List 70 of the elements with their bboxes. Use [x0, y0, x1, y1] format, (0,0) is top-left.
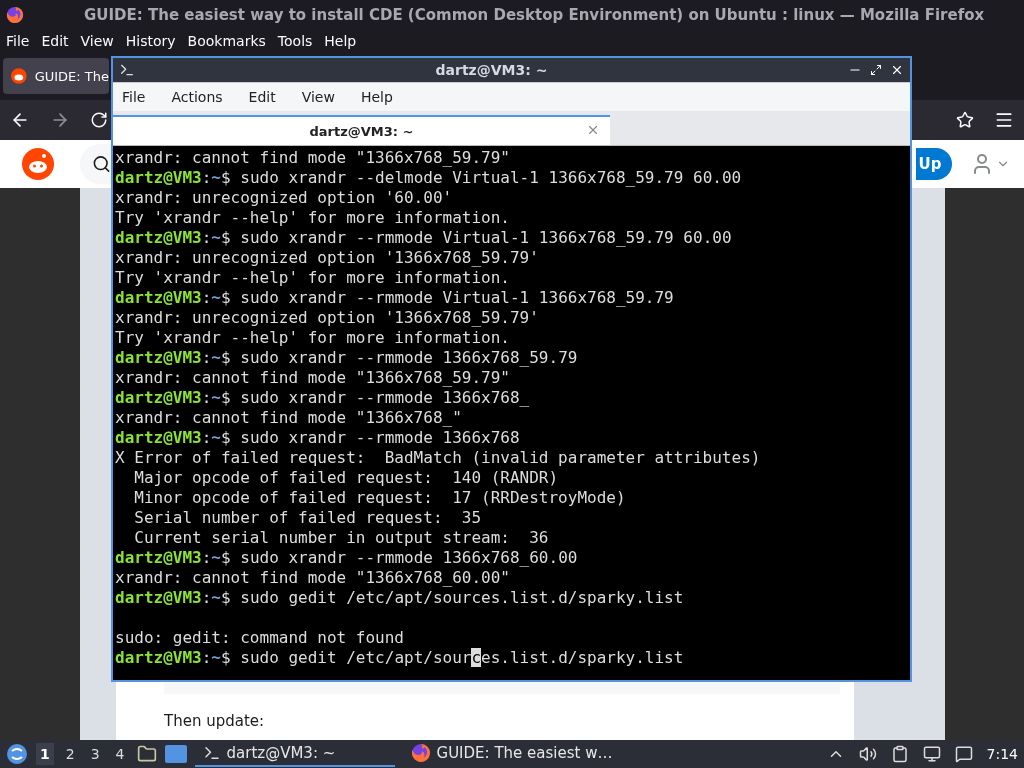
- terminal-line: dartz@VM3:~$ sudo xrandr --rmmode Virtual-1 1366x768_59.79 60.00: [115, 228, 733, 248]
- terminal-line: dartz@VM3:~$ sudo xrandr --rmmode 1366x768_60.00: [115, 548, 579, 568]
- workspace-button[interactable]: 2: [61, 743, 79, 765]
- terminal-line: Try 'xrandr --help' for more information.: [115, 268, 511, 288]
- terminal-icon: [202, 744, 221, 762]
- window-title: GUIDE: The easiest way to install CDE (Common Desktop Environment) on Ubuntu : linux — Mozilla Firefox: [84, 6, 985, 24]
- browser-tab[interactable]: GUIDE: The: [3, 58, 109, 94]
- terminal-line: Try 'xrandr --help' for more information.: [115, 208, 511, 228]
- terminal-line: dartz@VM3:~$ sudo xrandr --rmmode 1366x768: [115, 428, 521, 448]
- reload-icon[interactable]: [90, 111, 108, 129]
- terminal-line: X Error of failed request: BadMatch (invalid parameter attributes): [115, 448, 762, 468]
- terminal-line: xrandr: cannot find mode "1366x768_59.79": [115, 148, 511, 168]
- menu-item[interactable]: Bookmarks: [187, 33, 266, 49]
- menu-item[interactable]: File: [122, 89, 146, 105]
- menu-item[interactable]: History: [125, 33, 176, 49]
- reddit-logo-icon: [11, 68, 27, 84]
- menu-item[interactable]: Help: [324, 33, 357, 49]
- terminal-line: Current serial number in output stream: 36: [133, 528, 550, 548]
- terminal-line: xrandr: unrecognized option '1366x768_59.79': [115, 308, 540, 328]
- folder-icon[interactable]: [136, 744, 157, 764]
- terminal-line: Serial number of failed request: 35: [133, 508, 483, 528]
- menu-item[interactable]: Actions: [171, 89, 223, 105]
- terminal-line: xrandr: unrecognized option '1366x768_59.79': [115, 248, 540, 268]
- terminal-line: xrandr: cannot find mode "1366x768_60.00": [115, 568, 511, 588]
- terminal-line: dartz@VM3:~$ sudo gedit /etc/apt/sources.list.d/sparky.list: [115, 648, 685, 668]
- terminal-line: dartz@VM3:~$ sudo gedit /etc/apt/sources.list.d/sparky.list: [115, 588, 685, 608]
- taskbar-task[interactable]: dartz@VM3: ~: [194, 741, 395, 767]
- menu-item[interactable]: Help: [360, 89, 393, 105]
- menu-item[interactable]: File: [6, 33, 30, 49]
- workspace-button[interactable]: 3: [86, 743, 104, 765]
- volume-icon[interactable]: [858, 745, 877, 763]
- clock: 7:14: [986, 746, 1018, 762]
- taskbar-task[interactable]: GUIDE: The easiest w…: [402, 741, 703, 767]
- search-icon: [92, 154, 111, 174]
- workspace-button[interactable]: 1: [36, 743, 54, 765]
- clipboard-icon[interactable]: [890, 745, 909, 763]
- terminal-tab[interactable]: dartz@VM3: ~: [113, 115, 610, 145]
- terminal-line: Minor opcode of failed request: 17 (RRDestroyMode): [133, 488, 627, 508]
- terminal-line: xrandr: cannot find mode "1366x768_": [115, 408, 463, 428]
- reddit-logo-icon: [22, 148, 54, 180]
- terminal-line: Major opcode of failed request: 140 (RANDR): [133, 468, 560, 488]
- network-icon[interactable]: [922, 745, 941, 763]
- terminal-line: xrandr: cannot find mode "1366x768_59.79": [115, 368, 511, 388]
- terminal-line: dartz@VM3:~$ sudo xrandr --delmode Virtual-1 1366x768_59.79 60.00: [115, 168, 743, 188]
- sign-up-button[interactable]: Up: [916, 148, 952, 180]
- menu-item[interactable]: Edit: [248, 89, 276, 105]
- menu-item[interactable]: View: [80, 33, 114, 49]
- terminal-line: dartz@VM3:~$ sudo xrandr --rmmode 1366x768_59.79: [115, 348, 579, 368]
- terminal-line: sudo: gedit: command not found: [115, 628, 405, 648]
- workspace-button[interactable]: 4: [111, 743, 129, 765]
- terminal-line: xrandr: unrecognized option '60.00': [115, 188, 454, 208]
- search-field[interactable]: [80, 144, 111, 184]
- terminal-icon: [119, 62, 135, 78]
- bookmark-star-icon[interactable]: [956, 111, 974, 129]
- terminal-line: Try 'xrandr --help' for more information.: [115, 328, 511, 348]
- window-title: dartz@VM3: ~: [434, 62, 549, 78]
- terminal-line: dartz@VM3:~$ sudo xrandr --rmmode Virtual-1 1366x768_59.79: [115, 288, 675, 308]
- menu-item[interactable]: Edit: [41, 33, 69, 49]
- launcher-icon[interactable]: [6, 743, 28, 765]
- maximize-icon[interactable]: [870, 64, 882, 76]
- post-text: Then update:: [163, 711, 266, 730]
- menu-icon[interactable]: [994, 110, 1014, 130]
- close-icon[interactable]: [890, 63, 904, 77]
- desktop-icon[interactable]: [164, 745, 187, 763]
- firefox-logo-icon: [6, 6, 24, 24]
- notification-icon[interactable]: [954, 745, 973, 763]
- terminal-line: dartz@VM3:~$ sudo xrandr --rmmode 1366x768_: [115, 388, 531, 408]
- firefox-logo-icon: [410, 743, 431, 763]
- menu-item[interactable]: Tools: [277, 33, 313, 49]
- menu-item[interactable]: View: [301, 89, 335, 105]
